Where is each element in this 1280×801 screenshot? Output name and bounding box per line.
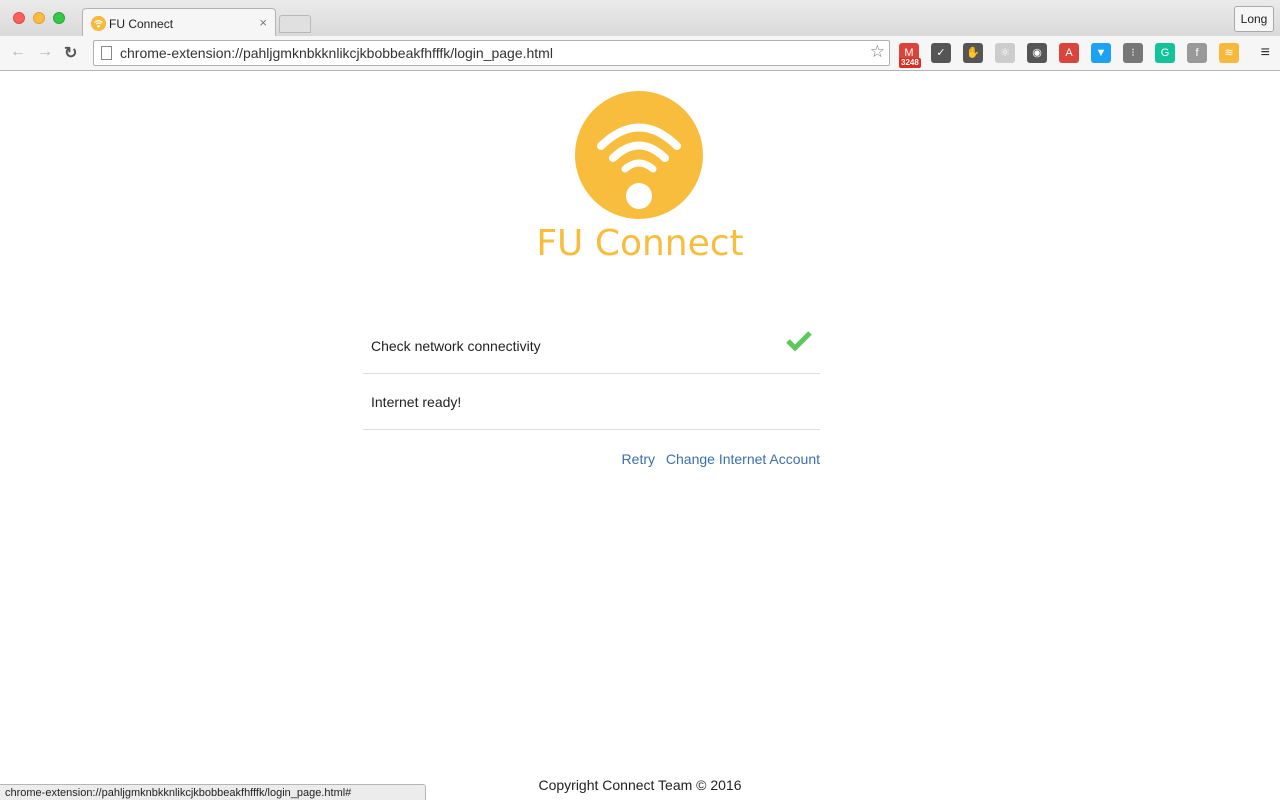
extension-plug-icon[interactable]: ⁝ xyxy=(1123,43,1143,63)
address-url[interactable]: chrome-extension://pahljgmknbkknlikcjkbo… xyxy=(120,45,553,61)
page-content: FU Connect Check network connectivity In… xyxy=(0,71,1280,800)
window-minimize-button[interactable] xyxy=(33,12,45,24)
menu-icon[interactable]: ≡ xyxy=(1261,44,1270,62)
status-row: Check network connectivity xyxy=(363,318,820,374)
extension-diamond-icon[interactable]: ▼ xyxy=(1091,43,1111,63)
wifi-icon xyxy=(91,16,106,31)
browser-tab-active[interactable]: FU Connect × xyxy=(82,8,276,37)
reload-icon[interactable]: ↻ xyxy=(64,43,77,63)
status-bar-url: chrome-extension://pahljgmknbkknlikcjkbo… xyxy=(0,784,426,800)
address-bar[interactable]: chrome-extension://pahljgmknbkknlikcjkbo… xyxy=(93,40,890,66)
window-maximize-button[interactable] xyxy=(53,12,65,24)
forward-arrow-icon[interactable]: → xyxy=(37,43,53,61)
extension-badge: 3248 xyxy=(899,58,921,68)
retry-link[interactable]: Retry xyxy=(622,451,655,467)
window-close-button[interactable] xyxy=(13,12,25,24)
extension-fu-connect-icon[interactable]: ≋ xyxy=(1219,43,1239,63)
brand-title: FU Connect xyxy=(536,223,744,264)
extension-react-icon[interactable]: ⚛ xyxy=(995,43,1015,63)
extension-book-icon[interactable]: A xyxy=(1059,43,1079,63)
change-internet-account-link[interactable]: Change Internet Account xyxy=(666,451,820,467)
page-icon xyxy=(101,46,112,60)
actions: Retry Change Internet Account xyxy=(363,451,820,467)
tab-title: FU Connect xyxy=(109,17,174,31)
wifi-logo-icon xyxy=(575,91,703,219)
status-row: Internet ready! xyxy=(363,374,820,430)
back-arrow-icon[interactable]: ← xyxy=(10,43,26,61)
browser-titlebar: FU Connect × Long xyxy=(0,0,1280,37)
tab-close-icon[interactable]: × xyxy=(259,15,267,30)
extension-grammarly-icon[interactable]: G xyxy=(1155,43,1175,63)
status-label: Internet ready! xyxy=(371,394,462,410)
browser-toolbar: ← → ↻ chrome-extension://pahljgmknbkknli… xyxy=(0,36,1280,71)
extension-pocket-icon[interactable]: ✓ xyxy=(931,43,951,63)
profile-button[interactable]: Long xyxy=(1234,6,1274,32)
checkmark-icon xyxy=(786,330,812,357)
status-list: Check network connectivity Internet read… xyxy=(363,318,820,430)
status-label: Check network connectivity xyxy=(371,338,541,354)
extension-fb-image-icon[interactable]: f xyxy=(1187,43,1207,63)
extension-glasses-icon[interactable]: ◉ xyxy=(1027,43,1047,63)
new-tab-button[interactable] xyxy=(279,15,311,33)
extension-hand-icon[interactable]: ✋ xyxy=(963,43,983,63)
bookmark-star-icon[interactable]: ☆ xyxy=(870,42,885,62)
extension-gmail-icon[interactable]: M 3248 xyxy=(899,43,921,68)
